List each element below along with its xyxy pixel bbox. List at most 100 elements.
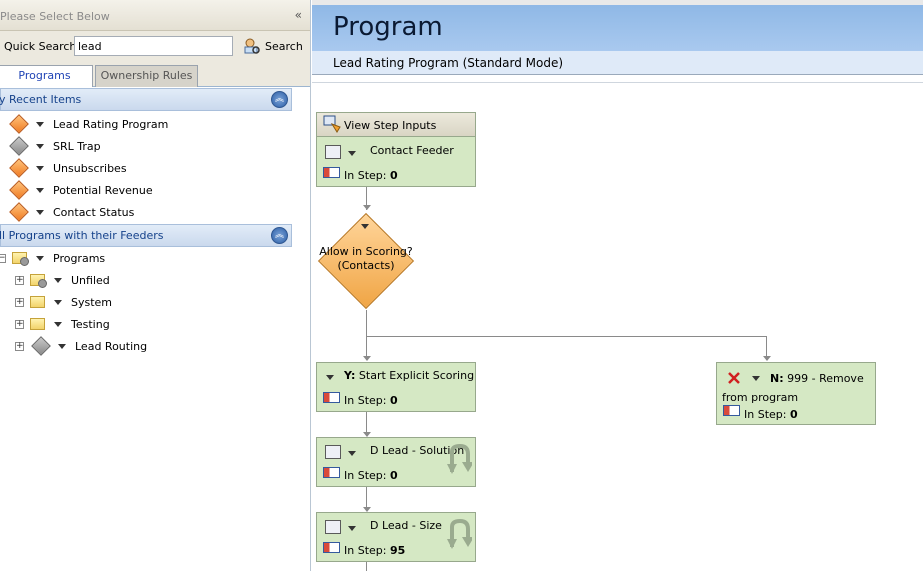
collapse-tree-icon[interactable]: −: [0, 253, 6, 263]
tree-node-label: Unfiled: [71, 273, 110, 287]
view-inputs-icon: [323, 115, 341, 133]
chevron-down-icon[interactable]: [36, 187, 44, 193]
chevron-down-icon[interactable]: [36, 255, 44, 261]
remove-from-program-node[interactable]: N: 999 - Remove from program In Step: 0: [716, 362, 876, 425]
collapse-section-icon[interactable]: ︽: [271, 91, 288, 108]
contact-feeder-node[interactable]: View Step Inputs Contact Feeder In Step:…: [316, 112, 476, 187]
in-step-count: 0: [389, 469, 398, 482]
in-step-label: In Step:: [344, 469, 387, 482]
d-lead-size-node[interactable]: D Lead - Size In Step: 95: [316, 512, 476, 562]
panel-header-title: Please Select Below: [0, 10, 110, 23]
recent-item[interactable]: Unsubscribes: [9, 158, 127, 178]
recent-item-label: Potential Revenue: [53, 183, 153, 197]
tree-node-label: Lead Routing: [75, 339, 148, 353]
title-bar: Program: [312, 5, 923, 51]
expand-tree-icon[interactable]: +: [15, 275, 24, 285]
contact-card-icon: [323, 167, 340, 178]
program-subtitle: Lead Rating Program (Standard Mode): [333, 56, 564, 70]
tree-node[interactable]: + System: [15, 292, 112, 312]
chevron-down-icon[interactable]: [58, 343, 66, 349]
program-diamond-icon: [9, 158, 29, 178]
start-explicit-scoring-node[interactable]: Y: Start Explicit Scoring In Step: 0: [316, 362, 476, 412]
folder-icon: [30, 318, 45, 330]
tree-node[interactable]: + Lead Routing: [15, 336, 147, 356]
in-step-label: In Step:: [344, 394, 387, 407]
collapse-panel-icon[interactable]: «: [295, 8, 302, 22]
chevron-down-icon[interactable]: [348, 151, 356, 156]
tree-node[interactable]: + Testing: [15, 314, 110, 334]
step-icon: [325, 145, 341, 159]
recent-item-label: Contact Status: [53, 205, 135, 219]
recent-item-label: Unsubscribes: [53, 161, 127, 175]
in-step-count: 0: [789, 408, 798, 421]
divider: [312, 82, 923, 83]
step-icon: [325, 520, 341, 534]
recent-items-section-label: y Recent Items: [0, 93, 82, 106]
subtitle-bar: Lead Rating Program (Standard Mode): [312, 51, 923, 75]
chevron-down-icon[interactable]: [36, 121, 44, 127]
view-step-inputs-bar[interactable]: View Step Inputs: [317, 113, 475, 137]
branch-prefix: Y:: [344, 369, 356, 382]
tree-root[interactable]: − Programs: [0, 248, 105, 268]
decision-node[interactable]: Allow in Scoring? (Contacts): [317, 212, 415, 310]
search-user-icon: [244, 38, 260, 54]
chevron-down-icon[interactable]: [36, 143, 44, 149]
chevron-down-icon[interactable]: [326, 375, 334, 380]
chevron-down-icon[interactable]: [54, 321, 62, 327]
contact-card-icon: [323, 467, 340, 478]
folder-icon: [30, 274, 47, 288]
decision-label: Allow in Scoring? (Contacts): [319, 245, 413, 272]
connector-line: [366, 336, 766, 337]
program-diamond-icon: [9, 202, 29, 222]
recent-item[interactable]: SRL Trap: [9, 136, 101, 156]
tree-root-label: Programs: [53, 251, 106, 265]
expand-tree-icon[interactable]: +: [15, 319, 24, 329]
chevron-down-icon[interactable]: [348, 451, 356, 456]
recent-item[interactable]: Lead Rating Program: [9, 114, 169, 134]
chevron-down-icon[interactable]: [36, 165, 44, 171]
view-step-inputs-label: View Step Inputs: [344, 119, 437, 132]
connector-arrow: [763, 356, 771, 361]
program-canvas: Program Lead Rating Program (Standard Mo…: [312, 0, 923, 571]
expand-tree-icon[interactable]: +: [15, 341, 24, 351]
programs-folder-icon: [12, 252, 29, 266]
search-button-label: Search: [265, 39, 303, 53]
chevron-down-icon[interactable]: [36, 209, 44, 215]
recent-item[interactable]: Potential Revenue: [9, 180, 153, 200]
collapse-section-icon[interactable]: ︽: [271, 227, 288, 244]
tree-node-label: Testing: [71, 317, 110, 331]
recurring-arrow-icon: [447, 518, 472, 549]
in-step-count: 0: [389, 394, 398, 407]
quick-search-bar: Quick Search Search: [0, 31, 310, 61]
recent-item-label: SRL Trap: [53, 139, 101, 153]
node-title: 999 - Remove from program: [722, 372, 864, 404]
expand-tree-icon[interactable]: +: [15, 297, 24, 307]
node-title: D Lead - Size: [370, 519, 442, 532]
step-icon: [325, 445, 341, 459]
program-diamond-icon: [9, 180, 29, 200]
recent-item[interactable]: Contact Status: [9, 202, 135, 222]
contact-card-icon: [323, 392, 340, 403]
tab-ownership-rules[interactable]: Ownership Rules: [95, 65, 198, 87]
quick-search-input[interactable]: [74, 36, 233, 56]
program-navigator-panel: Please Select Below « Quick Search Searc…: [0, 0, 311, 571]
tab-programs[interactable]: Programs: [0, 65, 93, 87]
in-step-count: 95: [389, 544, 406, 557]
chevron-down-icon[interactable]: [348, 526, 356, 531]
feeders-section-header[interactable]: ll Programs with their Feeders ︽: [0, 224, 292, 247]
chevron-down-icon[interactable]: [54, 299, 62, 305]
panel-tabs: Programs Ownership Rules: [0, 61, 310, 87]
d-lead-solution-node[interactable]: D Lead - Solution In Step: 0: [316, 437, 476, 487]
in-step-label: In Step:: [344, 544, 387, 557]
recent-items-section-header[interactable]: y Recent Items ︽: [0, 88, 292, 111]
search-button[interactable]: Search: [243, 36, 303, 56]
chevron-down-icon[interactable]: [54, 277, 62, 283]
chevron-down-icon[interactable]: [361, 224, 369, 229]
folder-icon: [30, 296, 45, 308]
contact-card-icon: [323, 542, 340, 553]
in-step-count: 0: [389, 169, 398, 182]
tree-node[interactable]: + Unfiled: [15, 270, 110, 290]
tree-node-label: System: [71, 295, 113, 309]
recent-item-label: Lead Rating Program: [53, 117, 169, 131]
panel-header: Please Select Below «: [0, 0, 310, 31]
